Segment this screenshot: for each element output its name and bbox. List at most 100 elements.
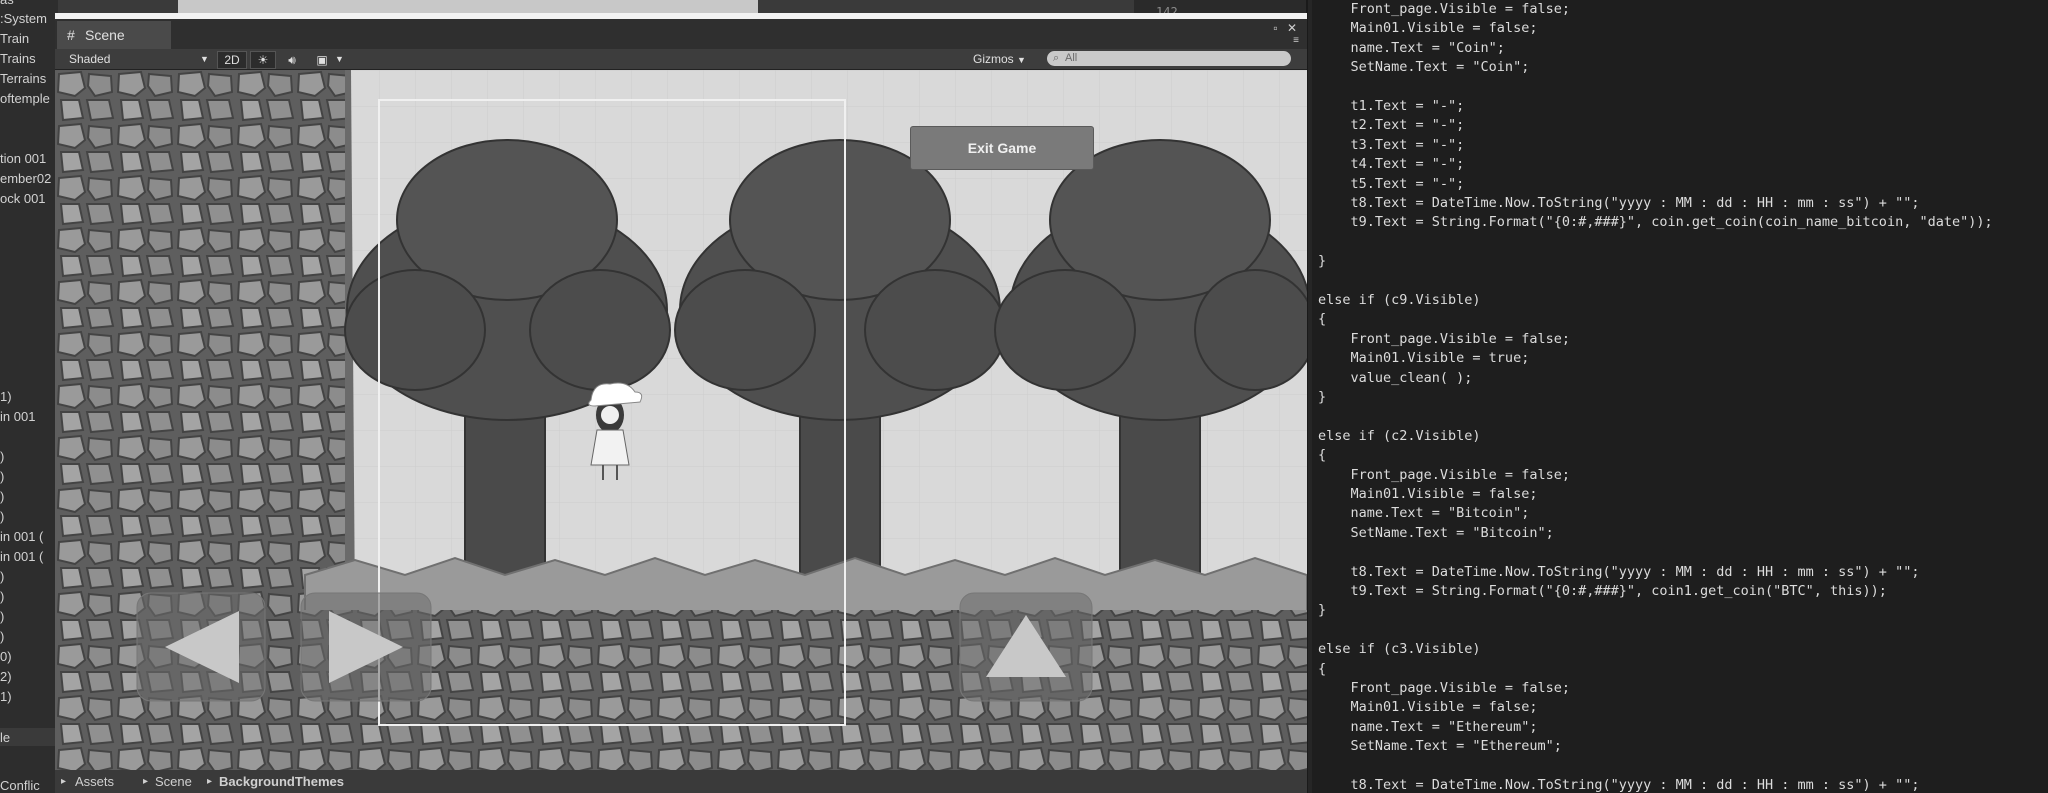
code-line: Front_page.Visible = false; xyxy=(1318,680,1570,696)
code-line: t9.Text = String.Format("{0:#,###}", coi… xyxy=(1318,214,1993,231)
game-view[interactable]: Exit Game xyxy=(55,70,1307,770)
move-right-button[interactable] xyxy=(299,591,433,703)
breadcrumb-scene[interactable]: Scene xyxy=(155,770,192,793)
gizmos-dropdown[interactable]: Gizmos ▼ xyxy=(973,49,1026,69)
hierarchy-item[interactable]: ember02 xyxy=(0,171,51,186)
shading-mode-dropdown[interactable]: Shaded xyxy=(69,49,110,69)
chevron-right-icon: ▸ xyxy=(207,776,213,787)
breadcrumb-backgroundthemes[interactable]: BackgroundThemes xyxy=(219,770,344,793)
hierarchy-item[interactable]: ) xyxy=(0,489,4,504)
chevron-right-icon: ▸ xyxy=(61,776,67,787)
code-line: t8.Text = DateTime.Now.ToString("yyyy : … xyxy=(1318,563,1920,580)
code-line: Front_page.Visible = false; xyxy=(1318,466,1570,483)
hierarchy-panel: as :System Train Trains Terrains oftemple tion… xyxy=(0,0,58,793)
hierarchy-item[interactable]: 2) xyxy=(0,669,12,684)
hierarchy-item[interactable]: in 001 xyxy=(0,409,35,424)
breadcrumb: ▸ Assets ▸ Scene ▸ BackgroundThemes xyxy=(55,770,1307,793)
scene-window: # Scene ▫ ✕ ≡ Shaded ▼ 2D ☀ 🔊︎ ▣ ▼ Gizmo… xyxy=(55,19,1307,793)
hierarchy-item[interactable]: in 001 ( xyxy=(0,529,43,544)
code-line: Front_page.Visible = false; xyxy=(1318,1,1570,17)
hierarchy-item[interactable]: oftemple xyxy=(0,91,50,106)
code-line: t4.Text = "-"; xyxy=(1318,156,1465,173)
hierarchy-item[interactable]: ) xyxy=(0,609,4,624)
scene-search-input[interactable]: ⌕ All xyxy=(1047,51,1291,66)
grid-icon: # xyxy=(67,27,75,43)
code-line: Main01.Visible = false; xyxy=(1318,486,1538,502)
code-line: t8.Text = DateTime.Now.ToString("yyyy : … xyxy=(1318,195,1920,211)
chevron-down-icon: ▼ xyxy=(200,54,209,64)
hierarchy-item[interactable]: Trains xyxy=(0,51,36,66)
hierarchy-item[interactable]: ) xyxy=(0,569,4,584)
image-icon: ▣ xyxy=(316,53,328,67)
code-line: t3.Text = "-"; xyxy=(1318,136,1465,153)
hierarchy-item[interactable]: in 001 ( xyxy=(0,549,43,564)
code-line: t1.Text = "-"; xyxy=(1318,98,1465,114)
code-line: } xyxy=(1318,389,1327,405)
audio-toggle-button[interactable]: 🔊︎ xyxy=(279,51,305,69)
chevron-down-icon: ▼ xyxy=(335,54,344,64)
lighting-toggle-button[interactable]: ☀ xyxy=(250,51,276,69)
hierarchy-item[interactable]: ) xyxy=(0,629,4,644)
hierarchy-item[interactable]: ) xyxy=(0,449,4,464)
sun-icon: ☀ xyxy=(257,53,269,67)
window-controls: ▫ ✕ xyxy=(1273,21,1297,35)
code-line: else if (c9.Visible) xyxy=(1318,292,1481,308)
code-line: name.Text = "Ethereum"; xyxy=(1318,718,1538,735)
code-line: Main01.Visible = true; xyxy=(1318,350,1530,367)
move-left-button[interactable] xyxy=(135,591,267,703)
hierarchy-item[interactable]: ) xyxy=(0,589,4,604)
hierarchy-item[interactable]: Train xyxy=(0,31,29,46)
code-line: t8.Text = DateTime.Now.ToString("yyyy : … xyxy=(1318,777,1920,793)
hierarchy-item[interactable]: ) xyxy=(0,509,4,524)
code-line: { xyxy=(1318,660,1327,677)
tab-scene[interactable]: # Scene xyxy=(57,21,171,49)
tab-menu-icon[interactable]: ≡ xyxy=(1293,35,1299,46)
code-line: else if (c3.Visible) xyxy=(1318,641,1481,658)
hierarchy-item[interactable]: 0) xyxy=(0,649,12,664)
tab-scene-label: Scene xyxy=(85,27,125,43)
up-arrow-icon xyxy=(959,592,1093,702)
hierarchy-item[interactable]: tion 001 xyxy=(0,151,46,166)
hierarchy-item[interactable]: Terrains xyxy=(0,71,46,86)
maximize-icon[interactable]: ▫ xyxy=(1273,21,1277,35)
scene-toolbar: Shaded ▼ 2D ☀ 🔊︎ ▣ ▼ Gizmos ▼ ⌕ All xyxy=(55,49,1307,70)
gizmos-label: Gizmos xyxy=(973,52,1014,66)
code-line: else if (c2.Visible) xyxy=(1318,427,1481,444)
breadcrumb-assets[interactable]: Assets xyxy=(75,770,114,793)
hierarchy-item[interactable]: 1) xyxy=(0,689,12,704)
code-line: Front_page.Visible = false; xyxy=(1318,330,1570,347)
code-line: t5.Text = "-"; xyxy=(1318,175,1465,192)
effects-toggle-button[interactable]: ▣ xyxy=(309,51,335,69)
2d-toggle-button[interactable]: 2D xyxy=(217,51,247,69)
chevron-down-icon: ▼ xyxy=(1017,55,1026,65)
hierarchy-item[interactable]: le xyxy=(0,730,10,745)
code-line: value_clean( ); xyxy=(1318,369,1473,386)
search-icon: ⌕ xyxy=(1053,52,1060,64)
code-line: Main01.Visible = false; xyxy=(1318,699,1538,716)
code-line: name.Text = "Coin"; xyxy=(1318,39,1505,56)
code-line: name.Text = "Bitcoin"; xyxy=(1318,505,1530,522)
code-editor[interactable]: Front_page.Visible = false; Main01.Visib… xyxy=(1312,0,2048,793)
chevron-right-icon: ▸ xyxy=(143,776,149,787)
close-icon[interactable]: ✕ xyxy=(1287,21,1297,35)
code-line: } xyxy=(1318,602,1327,619)
hierarchy-item[interactable]: 1) xyxy=(0,389,12,404)
jump-button[interactable] xyxy=(958,591,1094,703)
hierarchy-item[interactable]: ock 001 xyxy=(0,191,46,206)
code-line: t2.Text = "-"; xyxy=(1318,117,1465,134)
right-arrow-icon xyxy=(300,592,432,702)
exit-game-button[interactable]: Exit Game xyxy=(910,126,1094,170)
code-line: { xyxy=(1318,311,1327,328)
code-line: SetName.Text = "Ethereum"; xyxy=(1318,738,1562,755)
search-placeholder: All xyxy=(1065,52,1078,64)
left-arrow-icon xyxy=(136,592,266,702)
hierarchy-item[interactable]: :System xyxy=(0,11,47,26)
hierarchy-item[interactable]: as xyxy=(0,0,14,7)
speaker-icon: 🔊︎ xyxy=(288,53,296,67)
code-line: SetName.Text = "Coin"; xyxy=(1318,59,1530,76)
hierarchy-item[interactable]: Conflic xyxy=(0,778,40,793)
code-line: Main01.Visible = false; xyxy=(1318,20,1538,37)
shading-mode-label: Shaded xyxy=(69,52,111,66)
code-line: } xyxy=(1318,253,1327,270)
hierarchy-item[interactable]: ) xyxy=(0,469,4,484)
